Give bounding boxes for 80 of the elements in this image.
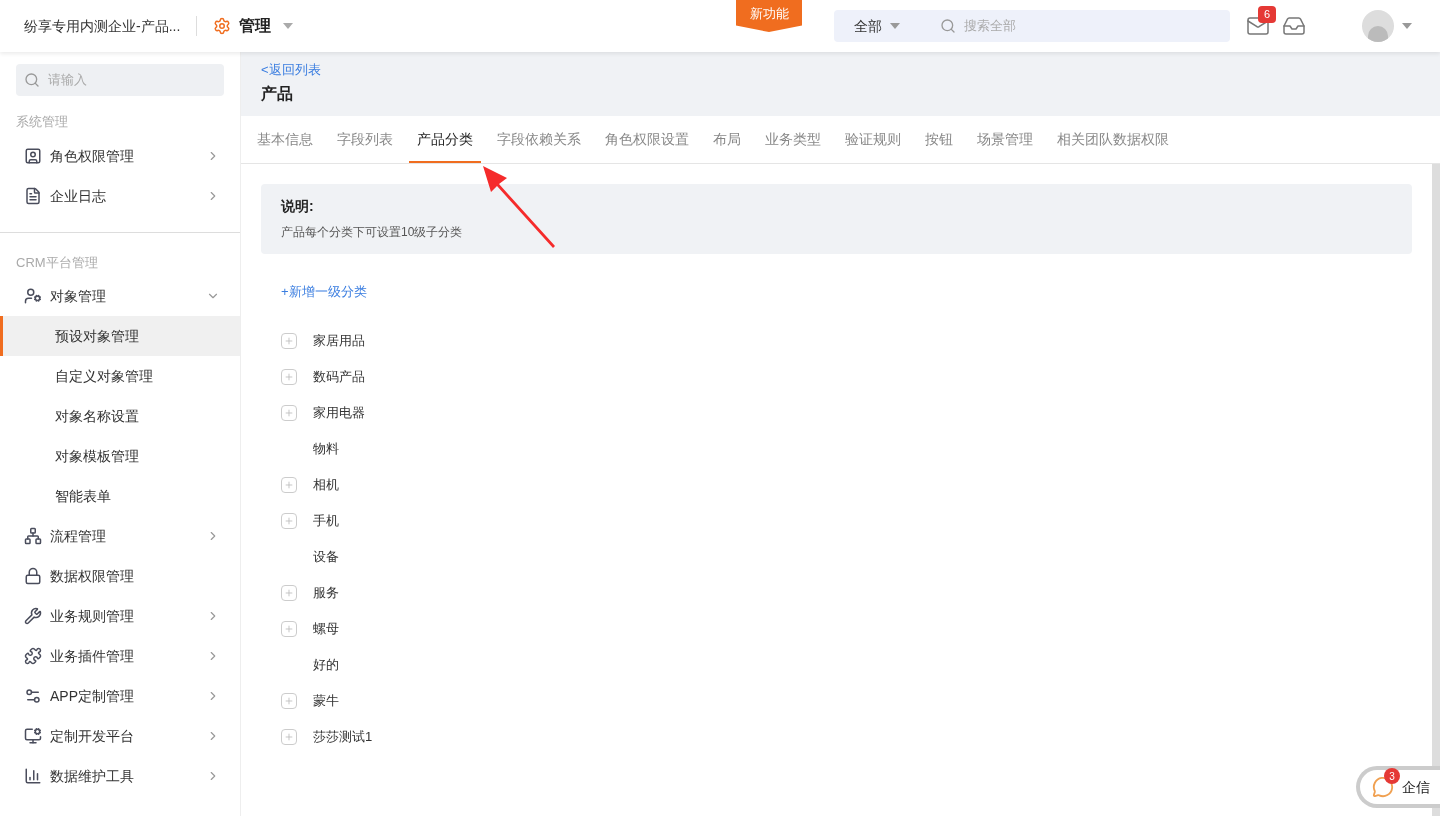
search-field[interactable]: 全部 搜索全部 (834, 10, 1230, 42)
monitor-icon (24, 727, 42, 745)
chat-badge: 3 (1384, 768, 1400, 784)
category-item[interactable]: 物料 (313, 439, 339, 459)
scope-dropdown[interactable]: 全部 (854, 16, 900, 36)
category-item[interactable]: 相机 (313, 475, 339, 495)
category-item[interactable]: 设备 (313, 547, 339, 567)
category-item[interactable]: 手机 (313, 511, 339, 531)
tab[interactable]: 角色权限设置 (597, 116, 697, 163)
notice-title: 说明: (281, 197, 315, 216)
notice-text: 产品每个分类下可设置10级子分类 (281, 224, 464, 240)
search-input[interactable]: 搜索全部 (964, 16, 1230, 36)
tab[interactable]: 字段列表 (329, 116, 401, 163)
sidebar-item[interactable]: 角色权限管理 (0, 135, 240, 176)
search-icon (940, 18, 956, 34)
category-item[interactable]: 数码产品 (313, 367, 365, 387)
category-item[interactable]: 蒙牛 (313, 691, 339, 711)
expand-icon[interactable] (281, 621, 297, 637)
sidebar-item[interactable]: 业务插件管理 (0, 636, 240, 676)
avatar[interactable] (1362, 10, 1394, 42)
category-item[interactable]: 家居用品 (313, 331, 365, 351)
expand-icon[interactable] (281, 405, 297, 421)
expand-icon[interactable] (281, 333, 297, 349)
tab[interactable]: 业务类型 (757, 116, 829, 163)
user-gear-icon (24, 287, 42, 305)
sidebar-item[interactable]: 对象管理 (0, 276, 240, 316)
sidebar-subitem[interactable]: 自定义对象管理 (0, 356, 240, 396)
wrench-icon (24, 607, 42, 625)
section-title: CRM平台管理 (15, 253, 99, 272)
back-link[interactable]: <返回列表 (261, 60, 1420, 80)
sidebar-item[interactable]: 流程管理 (0, 516, 240, 556)
category-item[interactable]: 家用电器 (313, 403, 365, 423)
caret-icon (890, 23, 900, 29)
sidebar-subitem[interactable]: 智能表单 (0, 476, 240, 516)
add-category-link[interactable]: +新增一级分类 (281, 282, 367, 302)
sidebar-subitem[interactable]: 对象名称设置 (0, 396, 240, 436)
app-title: 管理 (239, 16, 272, 36)
tab[interactable]: 字段依赖关系 (489, 116, 589, 163)
inbox-icon[interactable] (1282, 14, 1306, 38)
expand-icon[interactable] (281, 513, 297, 529)
category-item[interactable]: 好的 (313, 655, 339, 675)
expand-icon[interactable] (281, 477, 297, 493)
sidebar-search-input[interactable]: 请输入 (48, 70, 216, 90)
tab[interactable]: 验证规则 (837, 116, 909, 163)
caret-icon (1402, 23, 1412, 29)
puzzle-icon (24, 647, 42, 665)
search-icon (24, 72, 40, 88)
notification-badge: 6 (1258, 6, 1277, 23)
sidebar-subitem[interactable]: 对象模板管理 (0, 436, 240, 476)
tab[interactable]: 布局 (705, 116, 749, 163)
category-item[interactable]: 螺母 (313, 619, 339, 639)
bar-chart-icon (24, 767, 42, 785)
sidebar-search-field[interactable]: 请输入 (16, 64, 224, 96)
company-name: 纷享专用内测企业-产品... (24, 17, 181, 36)
tab[interactable]: 按钮 (917, 116, 961, 163)
caret-icon (283, 23, 294, 29)
expand-icon[interactable] (281, 729, 297, 745)
sidebar-item[interactable]: 数据权限管理 (0, 556, 240, 596)
sidebar-item[interactable]: 数据维护工具 (0, 756, 240, 796)
tab[interactable]: 相关团队数据权限 (1049, 116, 1177, 163)
tab[interactable]: 产品分类 (409, 116, 481, 163)
page-title: 产品 (261, 83, 294, 104)
sidebar-item[interactable]: 定制开发平台 (0, 716, 240, 756)
document-icon (24, 186, 42, 205)
section-title: 系统管理 (15, 113, 69, 131)
category-item[interactable]: 服务 (313, 583, 339, 603)
flow-icon (24, 527, 42, 545)
sidebar-item[interactable]: 企业日志 (0, 175, 240, 216)
chat-button[interactable]: 3 企信 (1356, 766, 1440, 808)
category-item[interactable]: 莎莎测试1 (313, 727, 373, 747)
expand-icon[interactable] (281, 693, 297, 709)
sidebar-item[interactable]: APP定制管理 (0, 676, 240, 716)
sidebar-item[interactable]: 业务规则管理 (0, 596, 240, 636)
sidebar-subitem[interactable]: 预设对象管理 (0, 316, 240, 356)
lock-icon (24, 567, 42, 585)
expand-icon[interactable] (281, 585, 297, 601)
tab[interactable]: 场景管理 (969, 116, 1041, 163)
tab[interactable]: 基本信息 (249, 116, 321, 163)
user-card-icon (24, 146, 42, 165)
expand-icon[interactable] (281, 369, 297, 385)
